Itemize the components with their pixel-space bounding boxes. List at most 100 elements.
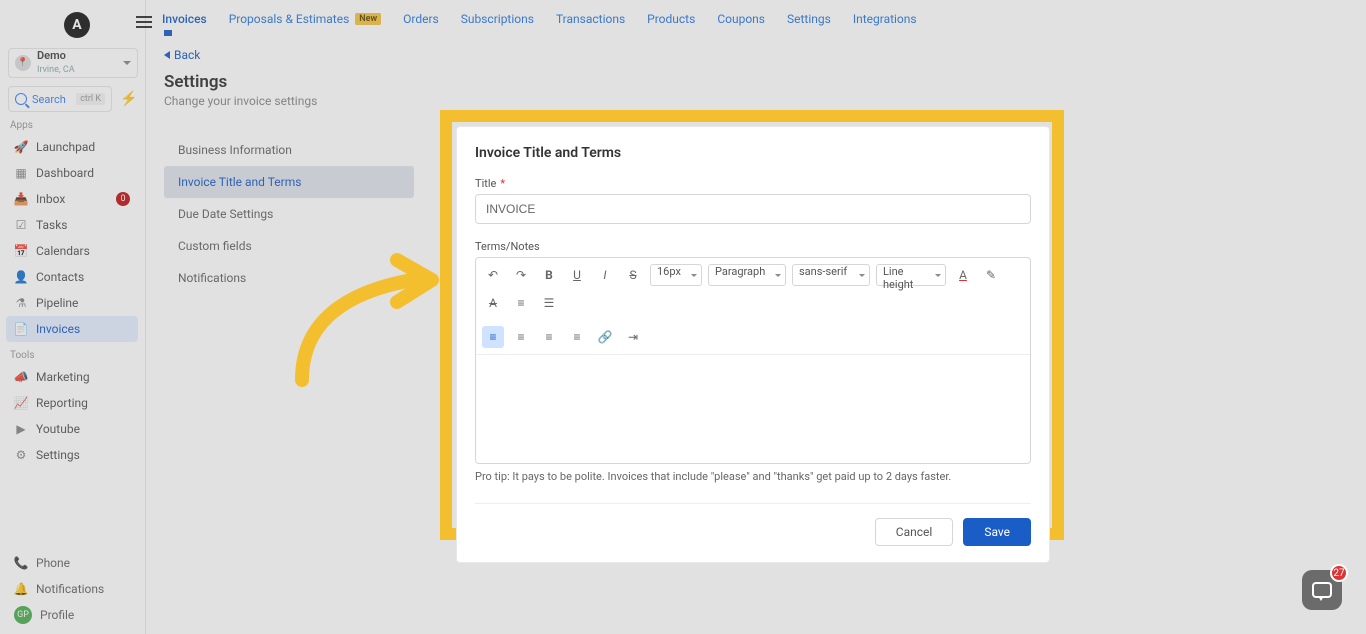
sidebar-item-label: Launchpad xyxy=(36,140,95,154)
account-name: Demo xyxy=(37,50,117,62)
bell-icon: 🔔 xyxy=(14,582,28,596)
tab-invoices[interactable]: Invoices xyxy=(162,12,207,26)
italic-button[interactable]: I xyxy=(594,264,616,286)
clear-format-button[interactable]: A xyxy=(482,292,504,314)
gear-icon: ⚙ xyxy=(14,448,28,462)
tab-coupons[interactable]: Coupons xyxy=(717,12,765,26)
tab-proposals[interactable]: Proposals & EstimatesNew xyxy=(229,12,381,26)
font-family-select[interactable]: sans-serif xyxy=(792,264,870,286)
tab-products[interactable]: Products xyxy=(647,12,695,26)
panel-heading: Invoice Title and Terms xyxy=(475,145,1031,161)
required-asterisk: * xyxy=(500,177,505,190)
invoice-title-terms-panel: Invoice Title and Terms Title * Terms/No… xyxy=(456,126,1050,563)
sidebar-item-contacts[interactable]: 👤Contacts xyxy=(6,264,138,290)
title-field-label: Title * xyxy=(475,177,1031,190)
highlight-button[interactable]: ✎ xyxy=(980,264,1002,286)
funnel-icon: ⚗ xyxy=(14,296,28,310)
line-height-select[interactable]: Line height xyxy=(876,264,946,286)
search-shortcut: ctrl K xyxy=(76,93,105,105)
align-justify-button[interactable]: ≡ xyxy=(566,326,588,348)
sidebar-item-profile[interactable]: GPProfile xyxy=(6,602,138,628)
pin-icon: 📍 xyxy=(15,55,31,71)
hamburger-menu[interactable] xyxy=(136,16,152,28)
tab-label: Transactions xyxy=(556,12,625,26)
ordered-list-button[interactable]: ≡ xyxy=(510,292,532,314)
bold-button[interactable]: B xyxy=(538,264,560,286)
sidebar-item-label: Settings xyxy=(36,448,80,462)
sidebar-bottom: 📞Phone 🔔Notifications GPProfile xyxy=(6,550,138,628)
vtab-due-date[interactable]: Due Date Settings xyxy=(164,198,414,230)
sidebar-item-reporting[interactable]: 📈Reporting xyxy=(6,390,138,416)
sidebar-item-youtube[interactable]: ▶Youtube xyxy=(6,416,138,442)
sidebar-item-label: Profile xyxy=(40,608,74,622)
chat-button[interactable]: 27 xyxy=(1302,570,1342,610)
apps-nav: 🚀Launchpad ▦Dashboard 📥Inbox0 ☑Tasks 📅Ca… xyxy=(6,134,138,342)
save-button[interactable]: Save xyxy=(963,518,1031,546)
search-placeholder: Search xyxy=(32,93,66,106)
modal-actions: Cancel Save xyxy=(475,518,1031,546)
tab-subscriptions[interactable]: Subscriptions xyxy=(461,12,534,26)
grid-icon: ▦ xyxy=(14,166,28,180)
select-value: Paragraph xyxy=(715,265,765,278)
align-left-button[interactable]: ≡ xyxy=(482,326,504,348)
sidebar-item-tasks[interactable]: ☑Tasks xyxy=(6,212,138,238)
vtab-invoice-title-terms[interactable]: Invoice Title and Terms xyxy=(164,166,414,198)
strikethrough-button[interactable]: S xyxy=(622,264,644,286)
tab-settings[interactable]: Settings xyxy=(787,12,831,26)
sidebar-item-label: Marketing xyxy=(36,370,90,384)
vtab-notifications[interactable]: Notifications xyxy=(164,262,414,294)
back-link[interactable]: Back xyxy=(164,48,1366,62)
account-text: Demo Irvine, CA xyxy=(37,50,117,76)
align-center-button[interactable]: ≡ xyxy=(510,326,532,348)
settings-vertical-tabs: Business Information Invoice Title and T… xyxy=(164,134,414,294)
tab-transactions[interactable]: Transactions xyxy=(556,12,625,26)
account-selector[interactable]: 📍 Demo Irvine, CA xyxy=(8,48,138,78)
title-input[interactable] xyxy=(475,194,1031,224)
underline-button[interactable]: U xyxy=(566,264,588,286)
text-color-button[interactable]: A xyxy=(952,264,974,286)
font-size-select[interactable]: 16px xyxy=(650,264,702,286)
sidebar-item-marketing[interactable]: 📣 Marketing xyxy=(6,364,138,390)
undo-button[interactable]: ↶ xyxy=(482,264,504,286)
unlink-button[interactable]: ⇥ xyxy=(622,326,644,348)
apps-section-label: Apps xyxy=(10,120,33,131)
editor-textarea[interactable] xyxy=(476,355,1030,463)
quick-action-button[interactable]: ⚡ xyxy=(120,86,138,112)
calendar-icon: 📅 xyxy=(14,244,28,258)
paragraph-select[interactable]: Paragraph xyxy=(708,264,786,286)
tab-orders[interactable]: Orders xyxy=(403,12,439,26)
button-label: Save xyxy=(984,525,1010,539)
sidebar-item-label: Pipeline xyxy=(36,296,78,310)
sidebar-item-calendars[interactable]: 📅Calendars xyxy=(6,238,138,264)
inbox-count-badge: 0 xyxy=(116,192,130,206)
vtab-business-info[interactable]: Business Information xyxy=(164,134,414,166)
back-label: Back xyxy=(174,48,200,62)
unordered-list-button[interactable]: ☰ xyxy=(538,292,560,314)
sidebar-item-invoices[interactable]: 📄Invoices xyxy=(6,316,138,342)
sidebar-item-pipeline[interactable]: ⚗ Pipeline xyxy=(6,290,138,316)
label-text: Title xyxy=(475,177,496,190)
tab-integrations[interactable]: Integrations xyxy=(853,12,917,26)
sidebar-item-label: Phone xyxy=(36,556,70,570)
select-value: 16px xyxy=(657,265,681,278)
sidebar-item-launchpad[interactable]: 🚀Launchpad xyxy=(6,134,138,160)
sidebar-item-dashboard[interactable]: ▦Dashboard xyxy=(6,160,138,186)
sidebar-item-label: Inbox xyxy=(36,192,65,206)
user-icon: 👤 xyxy=(14,270,28,284)
vtab-custom-fields[interactable]: Custom fields xyxy=(164,230,414,262)
sidebar-item-settings[interactable]: ⚙ Settings xyxy=(6,442,138,468)
sidebar-item-phone[interactable]: 📞Phone xyxy=(6,550,138,576)
editor-toolbar: ↶ ↷ B U I S 16px Paragraph sans-serif Li… xyxy=(476,258,1030,355)
video-icon: ▶ xyxy=(14,422,28,436)
sidebar-item-notifications[interactable]: 🔔Notifications xyxy=(6,576,138,602)
redo-button[interactable]: ↷ xyxy=(510,264,532,286)
tab-label: Subscriptions xyxy=(461,12,534,26)
cancel-button[interactable]: Cancel xyxy=(875,518,954,546)
sidebar-item-label: Tasks xyxy=(36,218,68,232)
sidebar-item-inbox[interactable]: 📥Inbox0 xyxy=(6,186,138,212)
search-input[interactable]: Search ctrl K xyxy=(8,86,112,112)
link-button[interactable]: 🔗 xyxy=(594,326,616,348)
arrow-left-icon xyxy=(164,51,170,59)
megaphone-icon: 📣 xyxy=(14,370,28,384)
align-right-button[interactable]: ≡ xyxy=(538,326,560,348)
